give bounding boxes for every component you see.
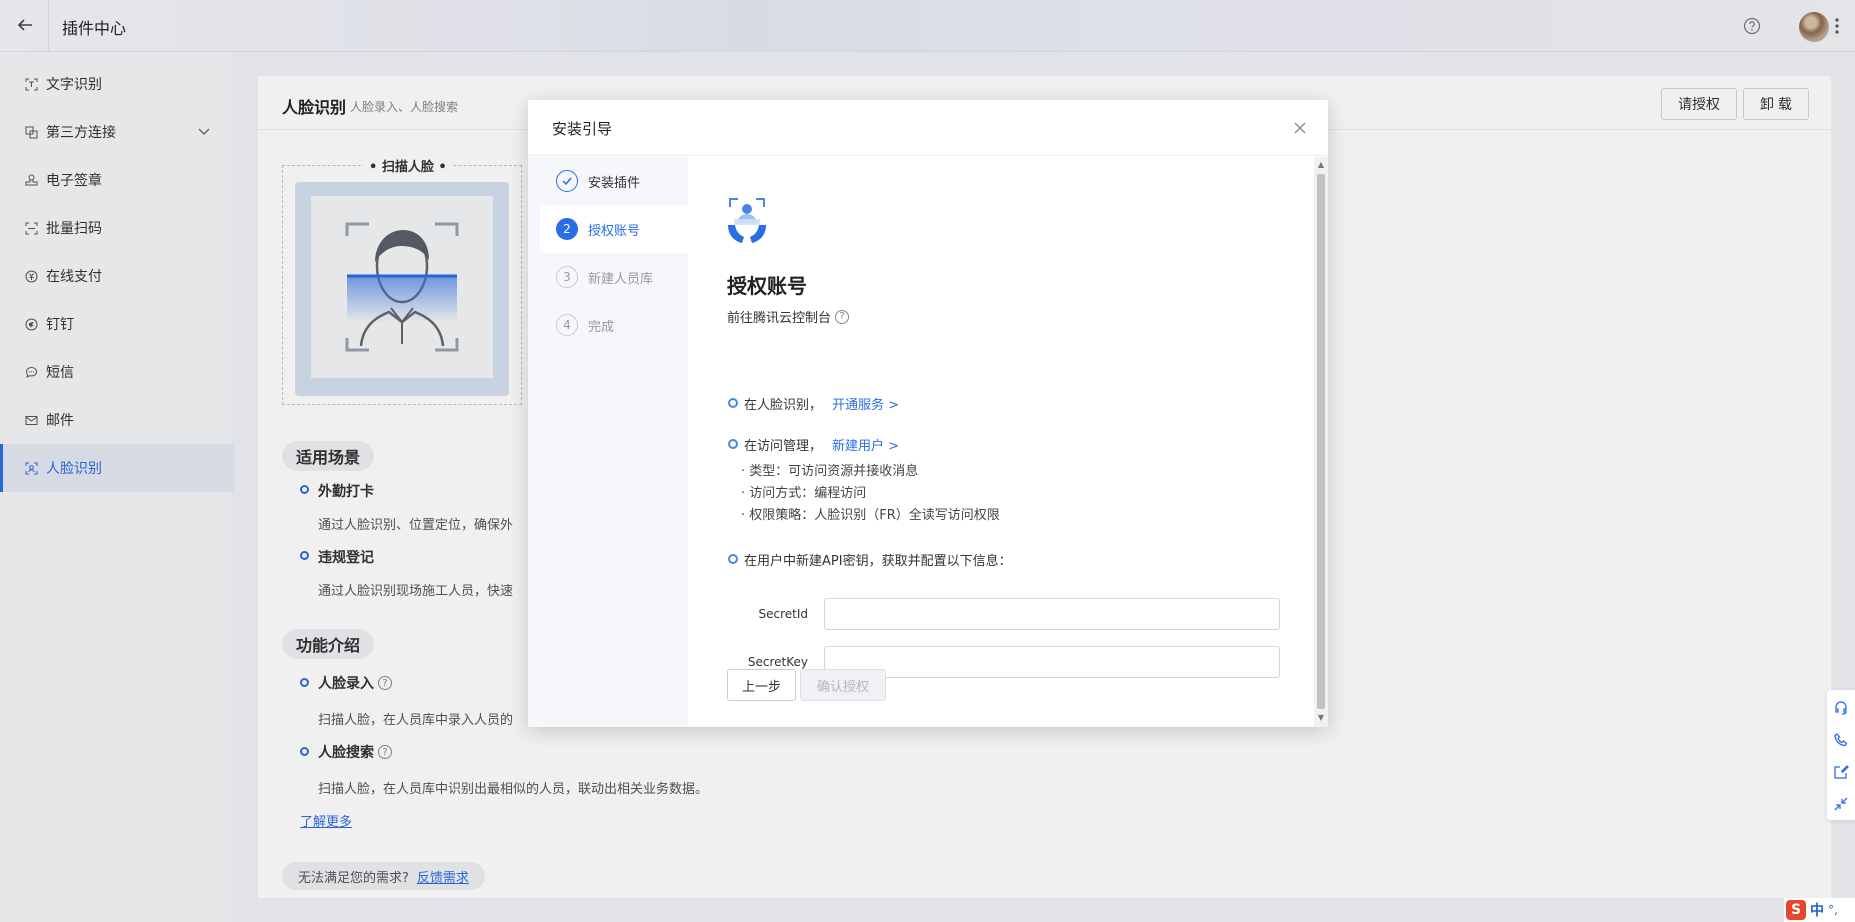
secret-id-label: SecretId xyxy=(758,607,808,621)
detail-policy: · 权限策略：人脸识别（FR）全读写访问权限 xyxy=(741,508,1000,523)
previous-step-button[interactable]: 上一步 xyxy=(727,669,797,701)
check-icon xyxy=(556,170,578,192)
step-number: 2 xyxy=(556,218,578,240)
ime-punctuation: °, xyxy=(1828,903,1838,917)
modal-title: 安装引导 xyxy=(552,120,613,138)
edit-icon[interactable] xyxy=(1833,764,1849,780)
step-label: 新建人员库 xyxy=(588,271,654,287)
phone-icon[interactable] xyxy=(1833,732,1849,748)
step-label: 安装插件 xyxy=(588,175,641,191)
instruction-new-user: 在访问管理， 新建用户 > xyxy=(744,439,900,454)
secret-key-label: SecretKey xyxy=(747,655,808,669)
instruction-api-key: 在用户中新建API密钥，获取并配置以下信息： xyxy=(744,554,1012,569)
step-dot xyxy=(728,398,738,408)
scroll-down-icon[interactable]: ▼ xyxy=(1317,713,1325,723)
modal-scrollbar[interactable]: ▲ ▼ xyxy=(1314,157,1328,727)
authorize-subtitle: 前往腾讯云控制台? xyxy=(727,307,850,326)
install-guide-modal: 安装引导 安装插件 2 授权账号 3 新建人员库 4 完成 授权账号 前往腾讯云… xyxy=(528,100,1328,727)
collapse-icon[interactable] xyxy=(1833,796,1849,812)
detail-type: · 类型：可访问资源并接收消息 xyxy=(741,464,919,479)
modal-header: 安装引导 xyxy=(528,100,1328,156)
step-install-plugin[interactable]: 安装插件 xyxy=(540,157,688,205)
instruction-open-service: 在人脸识别， 开通服务 > xyxy=(744,398,900,413)
step-complete[interactable]: 4 完成 xyxy=(540,301,688,349)
authorize-title: 授权账号 xyxy=(727,274,807,298)
sogou-ime-icon: S xyxy=(1786,900,1806,920)
scroll-thumb[interactable] xyxy=(1317,174,1325,709)
step-label: 授权账号 xyxy=(588,223,641,239)
step-list: 安装插件 2 授权账号 3 新建人员库 4 完成 xyxy=(528,157,688,727)
close-button[interactable] xyxy=(1290,118,1310,138)
step-dot xyxy=(728,439,738,449)
ime-indicator[interactable]: S 中 °, xyxy=(1784,898,1855,922)
question-icon[interactable]: ? xyxy=(835,309,850,324)
open-service-link[interactable]: 开通服务 > xyxy=(832,398,899,413)
scroll-up-icon[interactable]: ▲ xyxy=(1317,160,1325,170)
new-user-link[interactable]: 新建用户 > xyxy=(832,439,899,454)
detail-access-method: · 访问方式：编程访问 xyxy=(741,486,867,501)
step-label: 完成 xyxy=(588,319,615,335)
step-dot xyxy=(728,554,738,564)
headset-icon[interactable] xyxy=(1833,700,1849,716)
step-authorize-account[interactable]: 2 授权账号 xyxy=(540,205,688,253)
close-icon xyxy=(1294,122,1306,134)
floating-toolbar xyxy=(1827,690,1855,820)
secret-id-input[interactable] xyxy=(824,598,1280,630)
authorize-account-icon xyxy=(724,195,770,249)
ime-language: 中 xyxy=(1810,903,1824,919)
step-new-person-library[interactable]: 3 新建人员库 xyxy=(540,253,688,301)
step-number: 4 xyxy=(556,314,578,336)
step-number: 3 xyxy=(556,266,578,288)
secret-key-input[interactable] xyxy=(824,646,1280,678)
confirm-authorize-button[interactable]: 确认授权 xyxy=(800,669,887,701)
step-content: 授权账号 前往腾讯云控制台? 在人脸识别， 开通服务 > 在访问管理， 新建用户 >… xyxy=(688,157,1308,727)
